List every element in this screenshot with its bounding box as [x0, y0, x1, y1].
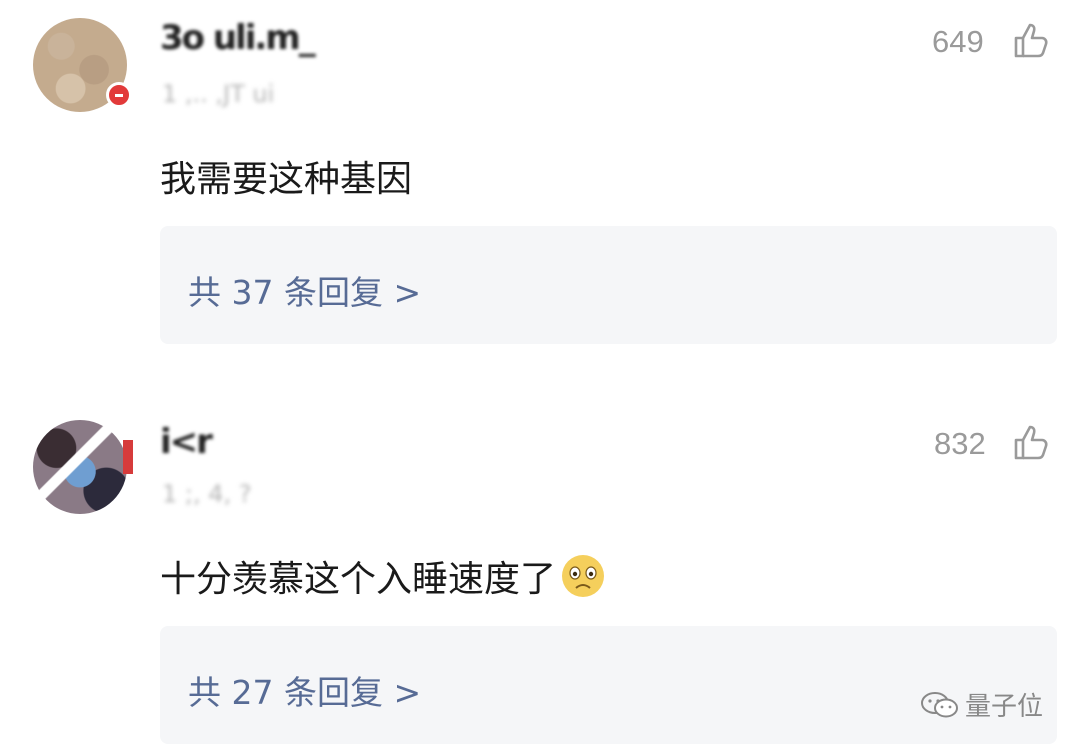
username[interactable]: i<r [160, 422, 213, 462]
thumbs-up-icon[interactable] [1010, 20, 1050, 60]
badge-icon [106, 82, 132, 108]
replies-box[interactable]: 共 27 条回复 > [160, 626, 1057, 744]
view-replies-link[interactable]: 共 27 条回复 > [188, 666, 421, 714]
watermark: 量子位 [920, 686, 1050, 726]
wechat-icon [921, 692, 958, 718]
like-count: 832 [934, 426, 986, 461]
username[interactable]: 3o uli.m_ [160, 18, 316, 58]
comment-text: 十分羡慕这个入睡速度了 [160, 559, 557, 600]
watermark-text: 量子位 [965, 692, 1044, 722]
comment-text-row: 十分羡慕这个入睡速度了 [160, 550, 606, 602]
worried-face-icon [562, 555, 605, 597]
avatar[interactable] [33, 420, 127, 514]
badge-icon [123, 440, 133, 474]
thumbs-up-icon[interactable] [1010, 422, 1050, 462]
like-count: 649 [932, 24, 984, 59]
view-replies-link[interactable]: 共 37 条回复 > [188, 266, 421, 314]
comment-meta: 1 ,.. ,JT ui [162, 80, 275, 108]
replies-box[interactable]: 共 37 条回复 > [160, 226, 1057, 344]
comment-text: 我需要这种基因 [160, 159, 413, 200]
comment-meta: 1 ;, 4, ? [162, 480, 252, 508]
